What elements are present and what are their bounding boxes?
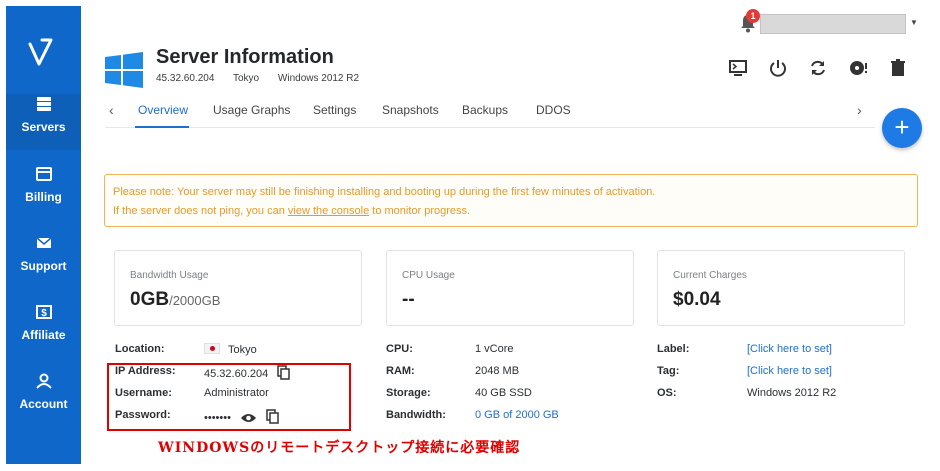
detail-key: RAM: [386,365,415,377]
sidebar-item-label: Billing [25,190,62,204]
user-account-dropdown[interactable] [760,14,906,34]
tab-snapshots[interactable]: Snapshots [382,103,439,117]
cpu-usage-card: CPU Usage -- [386,250,634,326]
detail-key: Bandwidth: [386,409,446,421]
windows-logo-icon [105,52,143,88]
detail-value: 1 vCore [475,343,514,355]
person-icon [35,373,52,389]
notice-line-1: Please note: Your server may still be fi… [113,186,656,198]
view-console-link[interactable]: view the console [288,205,369,217]
tab-overview[interactable]: Overview [138,103,188,117]
bandwidth-used: 0GB [130,289,170,310]
header-ip: 45.32.60.204 [156,73,215,84]
tab-settings[interactable]: Settings [313,103,356,117]
credentials-highlight-box [107,363,351,431]
add-server-button[interactable]: + [882,108,922,148]
detail-value: 40 GB SSD [475,387,532,399]
bandwidth-link[interactable]: 0 GB of 2000 GB [475,409,559,421]
card-value: 0GB/2000GB [130,289,220,311]
chevron-down-icon[interactable]: ▼ [910,18,918,27]
dollar-icon: $ [35,305,52,319]
bandwidth-total: /2000GB [169,293,221,308]
annotation-text: WINDOWSのリモートデスクトップ接続に必要確認 [158,440,521,456]
install-notice: Please note: Your server may still be fi… [104,174,918,227]
server-stack-icon [36,97,51,111]
detail-key: OS: [657,387,677,399]
notice-text: If the server does not ping, you can [113,205,288,217]
sidebar-item-servers[interactable]: Servers [6,94,81,150]
sidebar-item-billing[interactable]: Billing [6,164,81,220]
header-location: Tokyo [233,73,260,84]
set-label-link[interactable]: [Click here to set] [747,343,832,355]
sidebar-item-label: Account [19,397,68,411]
detail-value: 2048 MB [475,365,520,377]
chevron-left-icon[interactable]: ‹ [109,102,114,118]
detail-key: CPU: [386,343,413,355]
tab-ddos[interactable]: DDOS [536,103,571,117]
card-value: -- [402,289,415,310]
bandwidth-usage-card: Bandwidth Usage 0GB/2000GB [114,250,362,326]
card-value: $0.04 [673,289,721,310]
trash-icon[interactable] [888,58,908,78]
active-tab-indicator [135,126,189,128]
sidebar-item-account[interactable]: Account [6,371,81,427]
server-subinfo: 45.32.60.204 Tokyo Windows 2012 R2 [156,73,375,84]
credit-card-icon [35,167,52,181]
detail-key: Label: [657,343,690,355]
card-label: CPU Usage [402,270,455,281]
notification-badge: 1 [746,9,760,23]
card-label: Bandwidth Usage [130,270,209,281]
tab-bar: ‹ Overview Usage Graphs Settings Snapsho… [105,100,875,128]
vultr-logo[interactable] [6,30,81,70]
current-charges-card: Current Charges $0.04 [657,250,905,326]
card-label: Current Charges [673,270,747,281]
detail-key: Tag: [657,365,680,377]
sidebar-item-label: Servers [21,120,66,134]
chevron-right-icon[interactable]: › [857,102,862,118]
japan-flag-icon [204,343,220,354]
sidebar-item-label: Affiliate [21,328,66,342]
sidebar: Servers Billing Support $ Affiliate Acco… [6,6,81,464]
detail-key: Storage: [386,387,431,399]
envelope-icon [36,237,51,248]
sidebar-item-affiliate[interactable]: $ Affiliate [6,302,81,358]
restart-icon[interactable] [808,58,828,78]
svg-text:$: $ [41,308,47,319]
detail-key: Location: [115,343,165,355]
reinstall-icon[interactable] [848,58,868,78]
detail-value: Tokyo [204,343,257,356]
tab-backups[interactable]: Backups [462,103,508,117]
sidebar-item-label: Support [20,259,67,273]
header-os: Windows 2012 R2 [277,73,360,84]
power-icon[interactable] [768,58,788,78]
location-value: Tokyo [228,344,257,356]
sidebar-item-support[interactable]: Support [6,233,81,289]
notice-text: to monitor progress. [369,205,471,217]
notice-line-2: If the server does not ping, you can vie… [113,202,909,221]
detail-value: Windows 2012 R2 [747,387,837,399]
tab-usage-graphs[interactable]: Usage Graphs [213,103,290,117]
console-icon[interactable] [728,58,748,78]
page-title: Server Information [156,46,334,68]
set-tag-link[interactable]: [Click here to set] [747,365,832,377]
